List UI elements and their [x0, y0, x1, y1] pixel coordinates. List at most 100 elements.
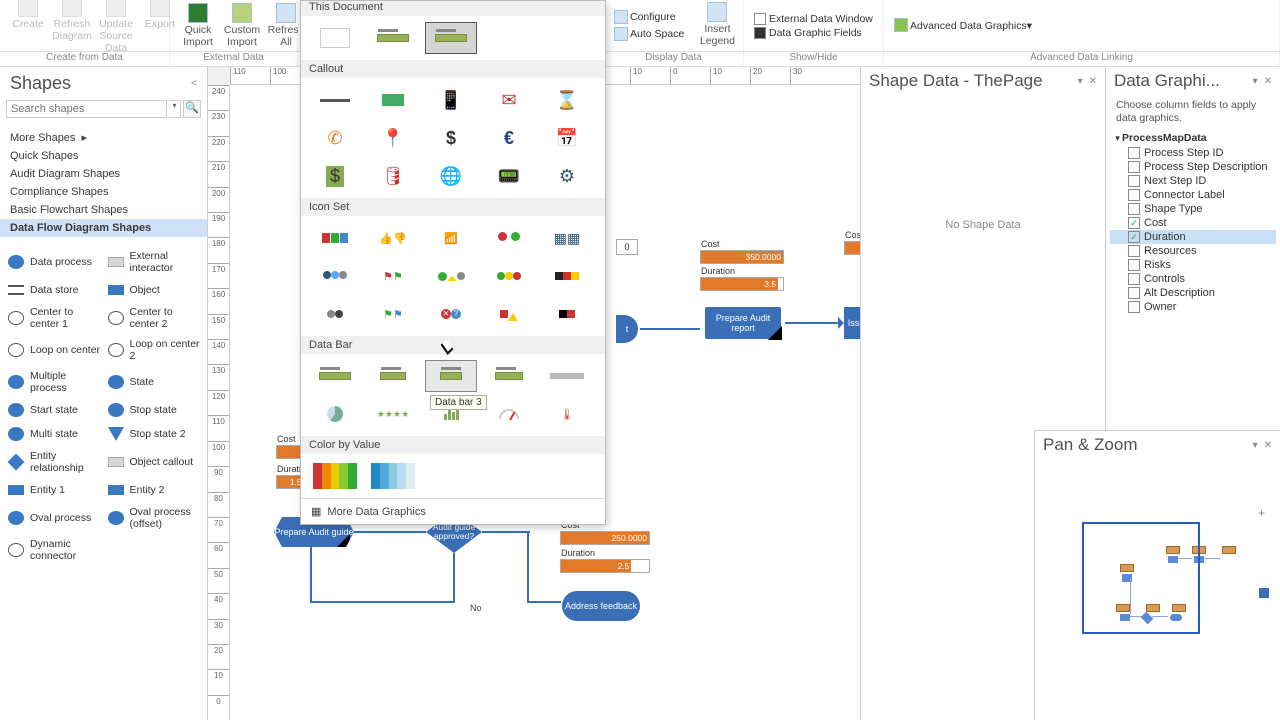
external-data-window-toggle[interactable]: External Data Window: [750, 12, 877, 26]
shape-item[interactable]: Data process: [4, 247, 104, 277]
iconset-flags2-icon[interactable]: ⚑⚑: [367, 298, 419, 330]
callout-money-icon[interactable]: $: [309, 160, 361, 192]
field-checkbox-row[interactable]: Shape Type: [1110, 202, 1276, 216]
shape-item[interactable]: Loop on center: [4, 335, 104, 365]
pan-zoom-viewport[interactable]: [1082, 522, 1200, 634]
stencil-item[interactable]: Audit Diagram Shapes: [0, 165, 207, 183]
iconset-boxes-icon[interactable]: [541, 260, 593, 292]
callout-chip-icon[interactable]: ⚙: [541, 160, 593, 192]
databar-thermo-icon[interactable]: 🌡: [541, 398, 593, 430]
iconset-ryg-icon[interactable]: [483, 260, 535, 292]
databar-thumb[interactable]: [367, 360, 419, 392]
iconset-thumb[interactable]: [309, 298, 361, 330]
iconset-thumb[interactable]: [309, 222, 361, 254]
collapse-shapes-icon[interactable]: <: [191, 78, 197, 89]
search-go-icon[interactable]: 🔍: [183, 100, 201, 118]
callout-dollar-icon[interactable]: $: [425, 122, 477, 154]
iconset-flags-icon[interactable]: ⚑⚑: [367, 260, 419, 292]
shape-item[interactable]: Oval process: [4, 503, 104, 533]
iconset-thumbs-icon[interactable]: 👍👎: [367, 222, 419, 254]
close-icon[interactable]: ✕: [1089, 76, 1097, 87]
shape-item[interactable]: Entity relationship: [4, 447, 104, 477]
stencil-item[interactable]: Basic Flowchart Shapes: [0, 201, 207, 219]
dropdown-icon[interactable]: ▾: [1253, 440, 1258, 451]
shape-item[interactable]: Center to center 2: [104, 303, 204, 333]
field-checkbox-row[interactable]: Owner: [1110, 300, 1276, 314]
more-shapes-item[interactable]: More Shapes ▸: [0, 128, 207, 147]
field-checkbox-row[interactable]: Risks: [1110, 258, 1276, 272]
insert-legend-button[interactable]: Insert Legend: [694, 0, 741, 49]
callout-thumb[interactable]: [367, 84, 419, 116]
shape-item[interactable]: Multiple process: [4, 367, 104, 397]
shape-item[interactable]: Oval process (offset): [104, 503, 204, 533]
iconset-grid-icon[interactable]: ▦▦: [541, 222, 593, 254]
shape-item[interactable]: Entity 2: [104, 479, 204, 501]
callout-thumb[interactable]: [309, 84, 361, 116]
callout-euro-icon[interactable]: €: [483, 122, 535, 154]
field-checkbox-row[interactable]: Process Step Description: [1110, 160, 1276, 174]
close-icon[interactable]: ✕: [1264, 76, 1272, 87]
dropdown-icon[interactable]: ▾: [1253, 76, 1258, 87]
quick-import-button[interactable]: Quick Import: [176, 1, 220, 50]
colorbyvalue-blues[interactable]: [367, 460, 419, 492]
field-checkbox-row[interactable]: Connector Label: [1110, 188, 1276, 202]
stencil-item[interactable]: Compliance Shapes: [0, 183, 207, 201]
databar-thumb-3[interactable]: Data bar 3: [425, 360, 477, 392]
shape-item[interactable]: External interactor: [104, 247, 204, 277]
shape-item[interactable]: Object: [104, 279, 204, 301]
callout-pin-icon[interactable]: 📍: [367, 122, 419, 154]
zoom-handle[interactable]: [1259, 588, 1269, 598]
callout-calendar-icon[interactable]: 📅: [541, 122, 593, 154]
close-icon[interactable]: ✕: [1264, 440, 1272, 451]
field-checkbox-row[interactable]: Next Step ID: [1110, 174, 1276, 188]
process-shape[interactable]: Prepare Audit report: [705, 307, 781, 339]
terminator-shape[interactable]: Address feedback: [562, 591, 640, 621]
dropdown-icon[interactable]: ▾: [1078, 76, 1083, 87]
shape-partial[interactable]: t: [616, 315, 638, 343]
stencil-item[interactable]: Quick Shapes: [0, 147, 207, 165]
shape-item[interactable]: Stop state: [104, 399, 204, 421]
iconset-circles-icon[interactable]: [309, 260, 361, 292]
stencil-item[interactable]: Data Flow Diagram Shapes: [0, 219, 207, 237]
iconset-shapes-icon[interactable]: [483, 298, 535, 330]
shape-item[interactable]: Start state: [4, 399, 104, 421]
update-source-button[interactable]: Update Source Data: [94, 0, 138, 56]
advanced-data-graphics-button[interactable]: Advanced Data Graphics ▾: [890, 17, 1273, 34]
callout-globe-icon[interactable]: 🌐: [425, 160, 477, 192]
databar-pie-icon[interactable]: [309, 398, 361, 430]
shape-item[interactable]: Dynamic connector: [4, 535, 104, 565]
field-checkbox-row[interactable]: Resources: [1110, 244, 1276, 258]
data-source-root[interactable]: ProcessMapData: [1110, 130, 1276, 146]
dg-thumb[interactable]: [367, 22, 419, 54]
custom-import-button[interactable]: Custom Import: [220, 1, 264, 50]
iconset-xmarks-icon[interactable]: ✕?: [425, 298, 477, 330]
field-checkbox-row[interactable]: ✓Duration: [1110, 230, 1276, 244]
zoom-in-icon[interactable]: +: [1258, 506, 1265, 520]
databar-gauge-icon[interactable]: [483, 398, 535, 430]
shape-item[interactable]: Data store: [4, 279, 104, 301]
search-dropdown-icon[interactable]: ▾: [169, 100, 181, 118]
iconset-bw-icon[interactable]: [541, 298, 593, 330]
field-checkbox-row[interactable]: Alt Description: [1110, 286, 1276, 300]
shape-item[interactable]: Multi state: [4, 423, 104, 445]
callout-phone-icon[interactable]: 📱: [425, 84, 477, 116]
process-shape[interactable]: Issu: [844, 307, 860, 339]
shape-item[interactable]: State: [104, 367, 204, 397]
create-button[interactable]: Create: [6, 0, 50, 56]
field-checkbox-row[interactable]: Controls: [1110, 272, 1276, 286]
field-checkbox-row[interactable]: ✓Cost: [1110, 216, 1276, 230]
databar-stars-icon[interactable]: ★★★★: [367, 398, 419, 430]
refresh-diagram-button[interactable]: Refresh Diagram: [50, 0, 94, 56]
iconset-wifi-icon[interactable]: 📶: [425, 222, 477, 254]
data-graphic-fields-toggle[interactable]: Data Graphic Fields: [750, 26, 877, 40]
shape-item[interactable]: Stop state 2: [104, 423, 204, 445]
databar-thumb[interactable]: [541, 360, 593, 392]
colorbyvalue-rainbow[interactable]: [309, 460, 361, 492]
callout-mail-icon[interactable]: ✉: [483, 84, 535, 116]
callout-call-icon[interactable]: ✆: [309, 122, 361, 154]
callout-database-icon[interactable]: 🛢: [367, 160, 419, 192]
shape-item[interactable]: Object callout: [104, 447, 204, 477]
shape-item[interactable]: Loop on center 2: [104, 335, 204, 365]
shape-item[interactable]: Entity 1: [4, 479, 104, 501]
callout-device-icon[interactable]: 📟: [483, 160, 535, 192]
